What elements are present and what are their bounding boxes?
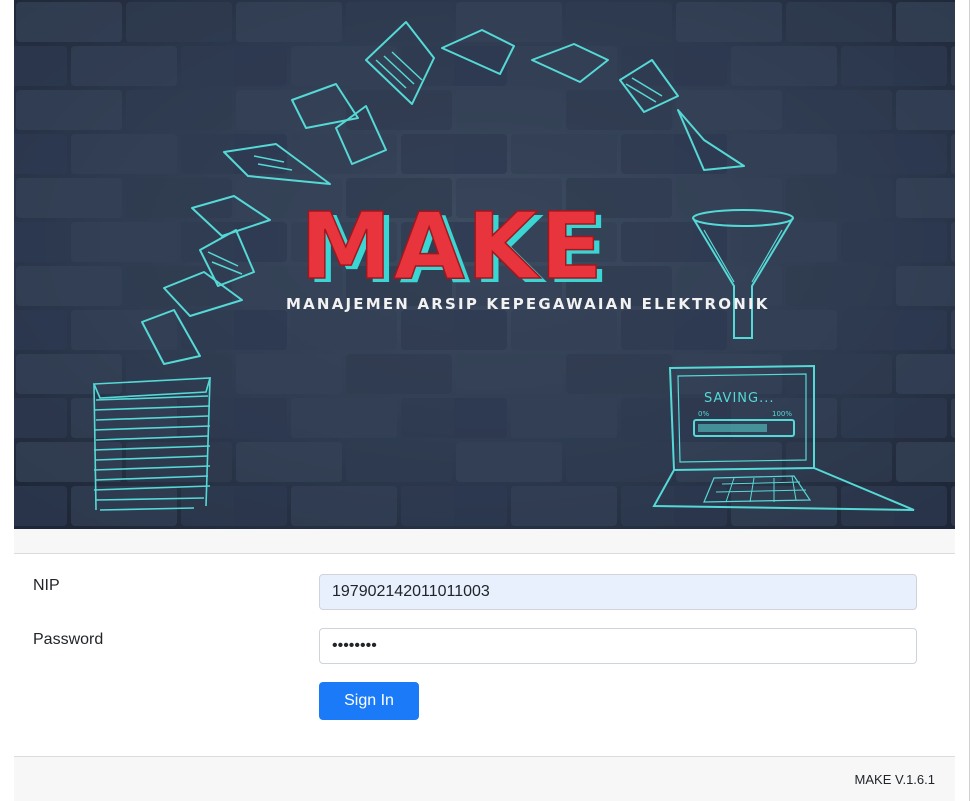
login-card: SAVING... 0% 100% MAKE MAKE MANAJEMEN AR… xyxy=(14,0,955,801)
banner-subtitle: MANAJEMEN ARSIP KEPEGAWAIAN ELEKTRONIK xyxy=(286,295,770,313)
password-label: Password xyxy=(33,631,104,648)
svg-text:MAKE: MAKE xyxy=(300,193,605,300)
nip-label: NIP xyxy=(33,577,60,594)
login-page: SAVING... 0% 100% MAKE MAKE MANAJEMEN AR… xyxy=(0,0,972,801)
laptop-progress-fill xyxy=(698,424,767,432)
password-input[interactable] xyxy=(319,628,917,664)
banner-image: SAVING... 0% 100% MAKE MAKE MANAJEMEN AR… xyxy=(14,0,955,529)
laptop-progress-start: 0% xyxy=(698,410,709,418)
laptop-progress-end: 100% xyxy=(772,410,792,418)
card-header xyxy=(14,529,955,554)
card-footer: MAKE V.1.6.1 xyxy=(14,756,955,801)
make-logo: MAKE MAKE xyxy=(299,192,609,304)
signin-button[interactable]: Sign In xyxy=(319,682,419,720)
laptop-status-text: SAVING... xyxy=(704,391,774,406)
app-version: MAKE V.1.6.1 xyxy=(854,772,935,787)
page-edge-divider xyxy=(969,0,970,801)
nip-input[interactable] xyxy=(319,574,917,610)
